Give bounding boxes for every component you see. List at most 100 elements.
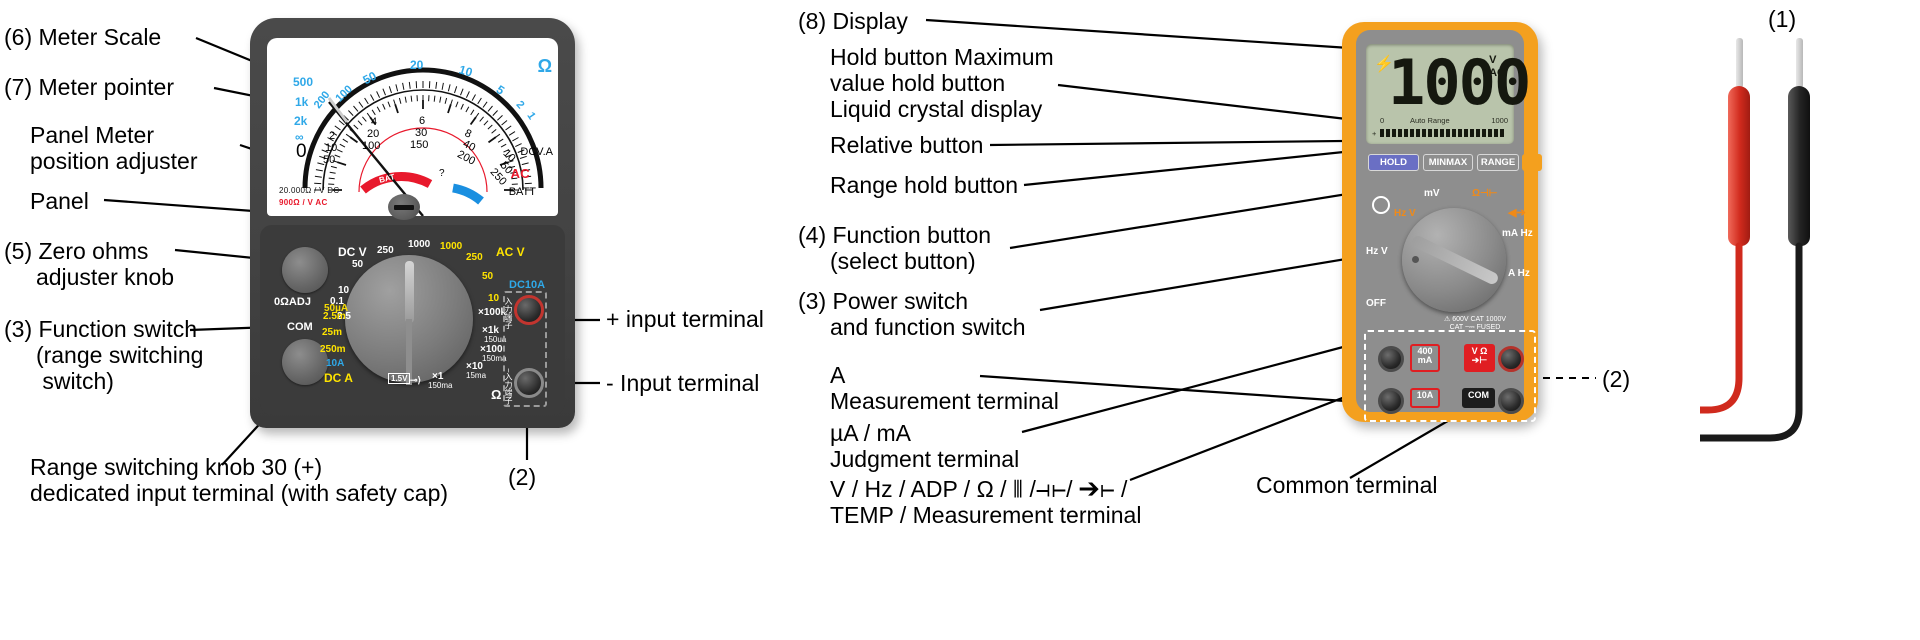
ohm-range-10-sub: 15ma [466, 371, 487, 380]
bargraph [1380, 129, 1506, 137]
acv-range-50: 50 [482, 271, 494, 282]
zero-ohms-adjuster-knob[interactable] [282, 247, 328, 293]
label-plus-input-terminal: + input terminal [606, 306, 764, 332]
ohm-range-100k: ×100k [478, 307, 507, 318]
ua-ma-terminal[interactable] [1378, 346, 1404, 372]
test-probes[interactable] [1700, 28, 1880, 448]
label-display: (8) Display [798, 8, 908, 34]
dca-range-50ua: 50µA [324, 303, 349, 314]
figure-canvas: (6) Meter Scale (7) Meter pointer Panel … [0, 0, 1920, 640]
dial-label-mv: mV [1424, 188, 1440, 199]
rotary-pointer [1410, 234, 1500, 286]
bargraph-mode: Auto Range [1410, 116, 1450, 125]
dcva-label: DCV.A [520, 146, 553, 158]
bargraph-plus: + [1372, 129, 1377, 138]
label-v-hz-terminal: V / Hz / ADP / Ω / ⦀ /⊣⊢/ ➔⊢ / TEMP / Me… [830, 476, 1142, 529]
dial-label-hz-v-ac: Hz V [1366, 246, 1388, 257]
label-zero-ohms-adjuster-knob: (5) Zero ohms adjuster knob [4, 238, 175, 291]
dca-range-25m: 25m [322, 327, 343, 338]
batt-label: BATT [508, 186, 536, 198]
dcv-range-50: 50 [352, 259, 364, 270]
ac-label: AC [510, 166, 530, 181]
label-meter-pointer: (7) Meter pointer [4, 74, 175, 100]
acv-range-1000: 1000 [440, 241, 463, 252]
dc-row3-50: 50 [323, 154, 336, 166]
ohm-range-1-sub: 150ma [428, 381, 453, 390]
analog-panel: 0ΩADJ COM DC V 2.5 10 50 250 1000 AC V 1… [260, 225, 565, 415]
dc-row1-4: 4 [371, 116, 378, 128]
acv-label: AC V [496, 245, 525, 259]
label-minus-input-terminal: - Input terminal [606, 370, 760, 396]
terminal-tag-400ma: 400 mA [1410, 344, 1440, 372]
dial-label-a-hz: A Hz [1508, 268, 1530, 279]
ohm-panel-label: Ω [491, 387, 502, 402]
dmm-front-panel: ⚡ 1000 V AC 0 Auto Range 1000 + HOLD MIN… [1356, 30, 1542, 422]
label-relative-button: Relative button [830, 132, 984, 158]
dial-label-ma-hz: mA Hz [1502, 228, 1533, 239]
lcd-unit-ac: AC [1489, 66, 1505, 79]
buzzer-icon: ⊸⟩ [410, 375, 422, 385]
bargraph-max: 1000 [1491, 116, 1508, 125]
range-button[interactable]: RANGE [1477, 154, 1519, 171]
dial-label-arrow: ◀➔ [1508, 207, 1526, 219]
terminal-group-dashbox [503, 291, 547, 407]
label-analog-callout-2: (2) [508, 464, 537, 490]
label-common-terminal: Common terminal [1256, 472, 1438, 498]
lcd-value: 1000 [1388, 46, 1531, 119]
backlight-icon[interactable] [1372, 196, 1390, 214]
function-switch-dial[interactable] [345, 255, 473, 385]
lcd-unit: V AC [1489, 54, 1505, 79]
digital-multimeter[interactable]: ⚡ 1000 V AC 0 Auto Range 1000 + HOLD MIN… [1342, 22, 1542, 422]
terminal-tag-com: COM [1462, 388, 1495, 408]
dial-label-hz-v-dc: Hz V [1394, 208, 1416, 219]
acv-range-250: 250 [466, 252, 483, 263]
dial-label-off: OFF [1366, 298, 1386, 309]
dc-row3-150: 150 [410, 139, 429, 151]
zero-adj-label: 0ΩADJ [274, 296, 311, 308]
dc-row3-100: 100 [362, 140, 381, 152]
label-digital-callout-2: (2) [1602, 366, 1631, 392]
lcd-display: ⚡ 1000 V AC 0 Auto Range 1000 + [1366, 44, 1531, 144]
label-a-measurement-terminal: A Measurement terminal [830, 362, 1059, 415]
bargraph-min: 0 [1380, 116, 1385, 125]
dc-row1-2: 2 [329, 130, 336, 142]
label-function-button: (4) Function button (select button) [798, 222, 992, 275]
warning-text: ⚠ 600V CAT 1000V CAT ~⎓ FUSED [1443, 316, 1507, 332]
dcv-label: DC V [338, 245, 367, 259]
dc10a-label: DC10A [509, 279, 546, 291]
label-power-switch: (3) Power switch and function switch [798, 288, 1026, 341]
dca-range-10a: 10A [326, 358, 345, 369]
ohm-scale-500: 500 [293, 75, 314, 89]
v-ohm-terminal[interactable] [1498, 346, 1524, 372]
dca-range-250m: 250m [320, 344, 346, 355]
question-band-label: ? [439, 168, 445, 179]
dial-label-ohm-diode: Ω⊣⊢ [1472, 188, 1498, 199]
relative-button[interactable] [1522, 154, 1542, 171]
hold-button[interactable]: HOLD [1368, 154, 1419, 171]
position-adjuster-screw[interactable] [388, 194, 420, 220]
terminal-tag-v-ohm: V Ω ➔⊢ [1464, 344, 1495, 372]
spec-ac-text: 900Ω / V AC [279, 198, 328, 207]
a-terminal[interactable] [1378, 388, 1404, 414]
dc-row1-6: 6 [419, 115, 426, 127]
ohm-scale-1k: 1k [295, 95, 309, 109]
minmax-button[interactable]: MINMAX [1423, 154, 1473, 171]
com-label: COM [287, 321, 313, 333]
common-terminal[interactable] [1498, 388, 1524, 414]
dc-row2-20: 20 [367, 128, 380, 140]
ohm-scale-2k: 2k [294, 114, 308, 128]
function-rotary-switch[interactable] [1402, 208, 1506, 312]
label-panel: Panel [30, 188, 89, 214]
ohm-symbol-label: Ω [537, 56, 552, 76]
label-range-hold-button: Range hold button [830, 172, 1018, 198]
label-panel-meter-position-adjuster: Panel Meter position adjuster [30, 122, 198, 175]
label-meter-scale: (6) Meter Scale [4, 24, 162, 50]
dc-row2-30: 30 [415, 127, 428, 139]
label-hold-block: Hold button Maximum value hold button Li… [830, 44, 1054, 123]
label-function-switch: (3) Function switch (range switching swi… [4, 316, 204, 395]
dc-row2-10: 10 [325, 142, 338, 154]
battery-icon-label: 1.5V [388, 373, 411, 384]
analog-multimeter[interactable]: 500 1k 2k ∞ 0 200 100 50 20 10 5 2 1 2 4… [250, 18, 575, 428]
ohm-scale-20: 20 [410, 58, 424, 72]
acv-range-10: 10 [488, 293, 500, 304]
